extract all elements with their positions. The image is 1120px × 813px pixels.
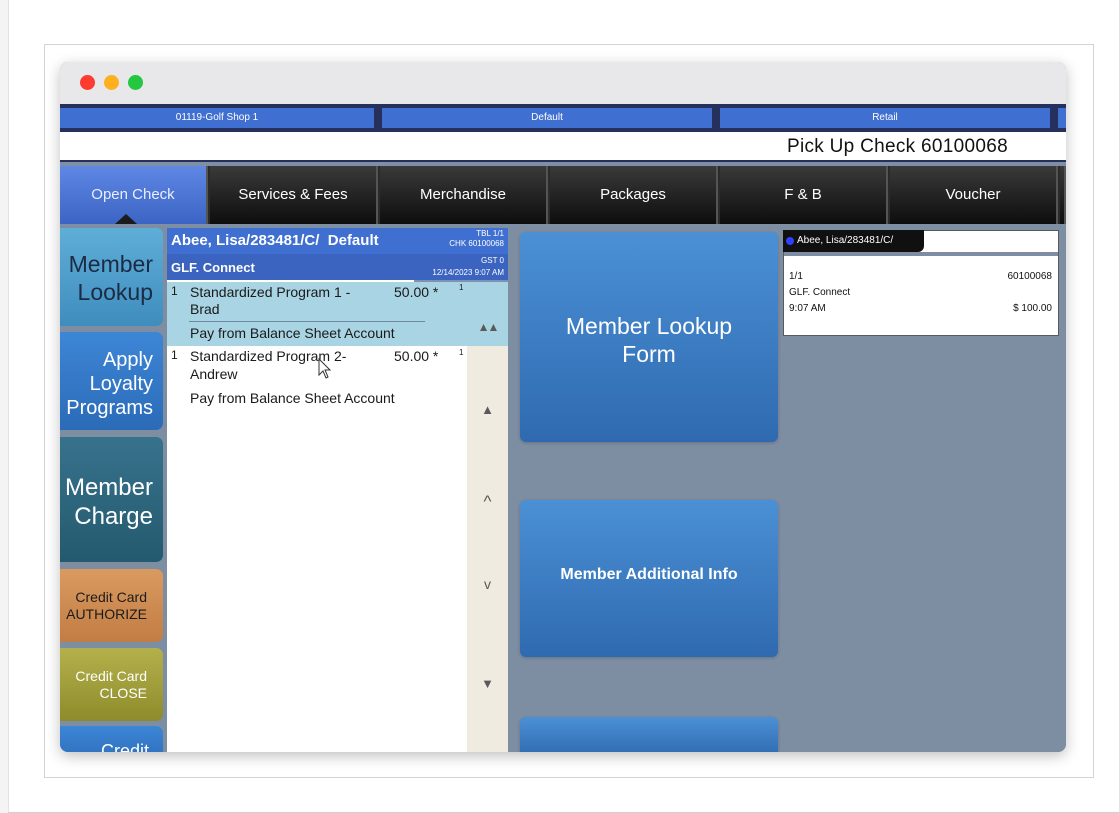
scroll-down-icon[interactable]: ▼ xyxy=(467,676,508,691)
item-name: Standardized Program 1 - xyxy=(190,284,351,300)
check-guest-info: GST 0 12/14/2023 9:07 AM xyxy=(432,255,504,279)
loyalty-label-2: Loyalty xyxy=(89,373,153,395)
category-tabs: Open Check Services & Fees Merchandise P… xyxy=(60,166,1066,224)
member-lookup-form-button[interactable]: Member Lookup Form xyxy=(520,232,778,442)
member-charge-label-1: Member xyxy=(64,474,153,501)
item-note: Pay from Balance Sheet Account xyxy=(190,325,395,341)
item-seat: 1 xyxy=(459,283,464,292)
member-charge-button[interactable]: Member Charge xyxy=(60,437,163,562)
member-lookup-label-2: Lookup xyxy=(77,279,153,305)
check-title: Pick Up Check 60100068 xyxy=(786,136,1008,157)
check-subheader: GLF. Connect GST 0 12/14/2023 9:07 AM xyxy=(167,254,508,280)
tab-overflow xyxy=(1060,166,1066,224)
member-charge-label-2: Charge xyxy=(74,503,153,530)
check-group: GLF. Connect xyxy=(171,260,255,275)
item-note: Pay from Balance Sheet Account xyxy=(190,390,395,406)
tab-packages[interactable]: Packages xyxy=(550,166,718,224)
tab-services-fees[interactable]: Services & Fees xyxy=(210,166,378,224)
scroll-up-icon[interactable]: ▲ xyxy=(467,402,508,417)
credit-card-close-button[interactable]: Credit Card CLOSE xyxy=(60,648,163,721)
guest-count: GST 0 xyxy=(481,256,504,265)
close-window-icon[interactable] xyxy=(80,75,95,90)
loyalty-label-3: Programs xyxy=(66,397,153,419)
lookup-form-label-1: Member Lookup xyxy=(565,313,733,339)
line-down-icon[interactable]: v xyxy=(467,576,508,592)
authorize-label-1: Credit Card xyxy=(75,589,147,605)
summary-time: 9:07 AM xyxy=(789,303,826,314)
item-divider xyxy=(189,321,425,322)
profile-label: Default xyxy=(382,108,712,128)
credit-button[interactable]: Credit xyxy=(60,726,163,752)
active-tab-caret-icon xyxy=(115,214,137,224)
check-title-bar: Pick Up Check 60100068 xyxy=(60,132,1066,162)
app-window: 01119-Golf Shop 1 Default Retail Pick Up… xyxy=(60,62,1066,752)
scroll-highlight xyxy=(467,282,508,346)
mode-label: Retail xyxy=(720,108,1050,128)
apply-loyalty-programs-button[interactable]: Apply Loyalty Programs xyxy=(60,332,163,430)
page-up-icon[interactable]: ▲▲ xyxy=(467,320,508,334)
line-up-icon[interactable]: ^ xyxy=(467,492,508,512)
item-name-2: Andrew xyxy=(190,366,238,382)
check-number: CHK 60100068 xyxy=(449,239,504,248)
loyalty-label-1: Apply xyxy=(102,349,153,371)
item-qty: 1 xyxy=(171,284,178,298)
summary-member: Abee, Lisa/283481/C/ xyxy=(797,235,894,246)
item-seat: 1 xyxy=(459,348,464,357)
credit-label: Credit xyxy=(100,741,149,752)
tab-food-beverage[interactable]: F & B xyxy=(720,166,888,224)
member-additional-info-button[interactable]: Member Additional Info xyxy=(520,500,778,657)
info-bar-end xyxy=(1058,108,1066,128)
check-header: Abee, Lisa/283481/C/ Default TBL 1/1 CHK… xyxy=(167,228,508,254)
member-lookup-label-1: Member xyxy=(68,251,153,277)
item-scroll-controls: ▲▲ ▲ ^ v ▼ xyxy=(467,282,508,752)
minimize-window-icon[interactable] xyxy=(104,75,119,90)
close-label-2: CLOSE xyxy=(99,685,147,701)
main-content: Member Lookup Apply Loyalty Programs Mem… xyxy=(60,226,1066,752)
member-lookup-button[interactable]: Member Lookup xyxy=(60,228,163,326)
tab-merchandise[interactable]: Merchandise xyxy=(380,166,548,224)
table-number: TBL 1/1 xyxy=(476,229,504,238)
info-bar: 01119-Golf Shop 1 Default Retail xyxy=(60,104,1066,132)
action-button-3[interactable] xyxy=(520,717,778,752)
item-price: 50.00 * xyxy=(394,348,439,364)
item-price: 50.00 * xyxy=(394,284,439,300)
lookup-form-label-2: Form xyxy=(622,341,676,367)
tab-voucher[interactable]: Voucher xyxy=(890,166,1058,224)
check-table-info: TBL 1/1 CHK 60100068 xyxy=(449,229,504,249)
mouse-cursor-icon xyxy=(318,358,331,379)
status-dot-icon xyxy=(786,237,794,245)
summary-divider xyxy=(784,252,1058,256)
summary-total: $ 100.00 xyxy=(1013,303,1052,314)
close-label-1: Credit Card xyxy=(75,668,147,684)
check-member-name: Abee, Lisa/283481/C/ Default xyxy=(171,232,379,249)
check-summary-card[interactable]: Abee, Lisa/283481/C/ 1/1 60100068 GLF. C… xyxy=(783,230,1059,336)
summary-group: GLF. Connect xyxy=(789,287,851,298)
summary-seat: 1/1 xyxy=(789,271,803,282)
maximize-window-icon[interactable] xyxy=(128,75,143,90)
authorize-label-2: AUTHORIZE xyxy=(66,606,147,622)
window-titlebar xyxy=(60,62,1066,104)
location-label: 01119-Golf Shop 1 xyxy=(60,108,374,128)
summary-tab: Abee, Lisa/283481/C/ xyxy=(783,230,924,252)
item-name-2: Brad xyxy=(190,301,220,317)
summary-check-number: 60100068 xyxy=(1007,271,1053,282)
check-datetime: 12/14/2023 9:07 AM xyxy=(432,268,504,277)
item-qty: 1 xyxy=(171,348,178,362)
credit-card-authorize-button[interactable]: Credit Card AUTHORIZE xyxy=(60,569,163,642)
check-panel: Abee, Lisa/283481/C/ Default TBL 1/1 CHK… xyxy=(167,228,508,752)
check-items: 1 Standardized Program 1 - Brad 50.00 * … xyxy=(167,282,467,752)
